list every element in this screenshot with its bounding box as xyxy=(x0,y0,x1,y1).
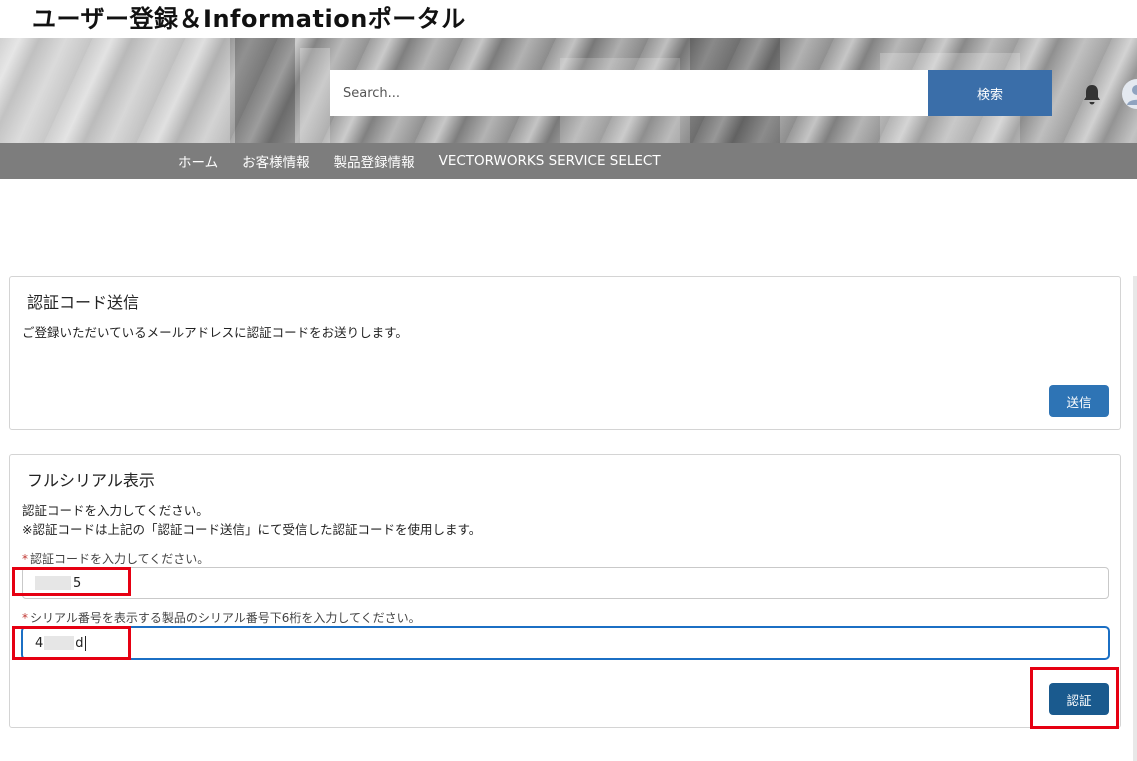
instruction-line-2: ※認証コードは上記の「認証コード送信」にて受信した認証コードを使用します。 xyxy=(22,522,482,537)
search-button[interactable]: 検索 xyxy=(928,70,1052,116)
required-mark: * xyxy=(22,552,28,566)
highlight-auth-code xyxy=(12,567,131,596)
full-serial-title: フルシリアル表示 xyxy=(27,471,155,490)
serial-number-label: * シリアル番号を表示する製品のシリアル番号下6桁を入力してください。 xyxy=(22,611,421,625)
nav-item-service-select[interactable]: VECTORWORKS SERVICE SELECT xyxy=(439,153,661,169)
send-code-card: 認証コード送信 ご登録いただいているメールアドレスに認証コードをお送りします。 … xyxy=(9,276,1121,430)
send-code-button[interactable]: 送信 xyxy=(1049,385,1109,417)
highlight-serial-number xyxy=(12,626,131,660)
send-code-title: 認証コード送信 xyxy=(27,293,140,312)
send-code-description: ご登録いただいているメールアドレスに認証コードをお送りします。 xyxy=(22,325,408,340)
nav-item-product-registration[interactable]: 製品登録情報 xyxy=(334,151,415,171)
highlight-verify-button xyxy=(1030,667,1119,729)
bell-icon[interactable] xyxy=(1082,84,1102,106)
full-serial-card: フルシリアル表示 認証コードを入力してください。 ※認証コードは上記の「認証コー… xyxy=(9,454,1121,728)
site-title: ユーザー登録＆Informationポータル xyxy=(32,5,466,33)
serial-number-input[interactable]: 4 d xyxy=(22,627,1109,659)
auth-code-input[interactable]: 5 xyxy=(22,567,1109,599)
required-mark: * xyxy=(22,611,28,625)
search-input[interactable] xyxy=(330,70,928,116)
nav-item-home[interactable]: ホーム xyxy=(178,151,218,171)
nav-item-customer-info[interactable]: お客様情報 xyxy=(242,151,310,171)
scrollbar[interactable] xyxy=(1133,276,1137,761)
auth-code-label: * 認証コードを入力してください。 xyxy=(22,552,210,566)
main-navigation: ホーム お客様情報 製品登録情報 VECTORWORKS SERVICE SEL… xyxy=(0,143,1137,179)
instruction-line-1: 認証コードを入力してください。 xyxy=(22,503,209,518)
